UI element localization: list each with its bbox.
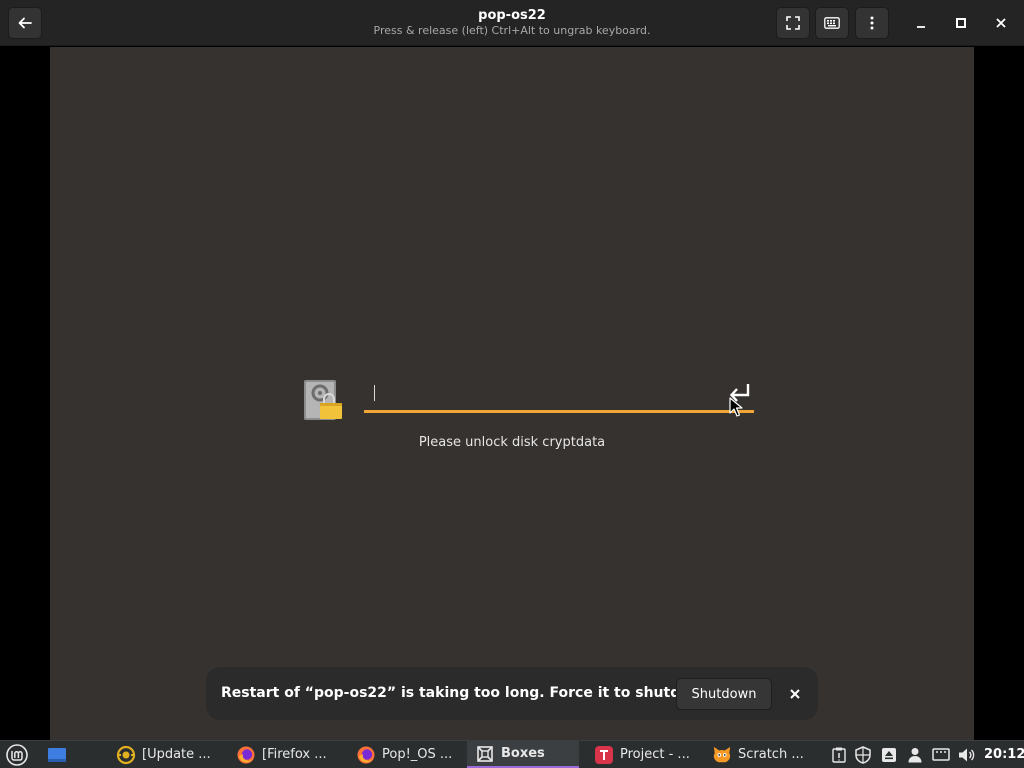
taskbar-item-popos[interactable]: Pop!_OS ... [350,741,464,768]
password-field[interactable] [364,379,754,413]
text-caret [374,385,375,401]
user-tray-button[interactable] [906,746,924,764]
taskbar-item-label: Pop!_OS ... [382,747,453,762]
timeout-notification: Restart of “pop-os22” is taking too long… [206,667,818,720]
scratch-icon [712,745,732,765]
taskbar: [Update ... [Firefox ... Pop!_OS ... Box… [0,740,1024,768]
clipboard-icon [832,747,846,763]
taskbar-item-label: Scratch ... [738,747,804,762]
vm-display[interactable]: Please unlock disk cryptdata [50,47,974,740]
update-manager-icon [116,745,136,765]
back-arrow-icon [18,17,32,29]
unlock-prompt-label: Please unlock disk cryptdata [418,435,606,450]
shield-icon [855,746,871,764]
network-tray-button[interactable] [932,746,950,764]
eject-icon [882,748,896,762]
maximize-icon [956,18,966,28]
user-icon [908,748,922,763]
window-title: pop-os22 [478,8,546,23]
show-desktop-button[interactable] [46,744,68,766]
taskbar-item-label: [Firefox ... [262,747,327,762]
keyboard-icon [824,17,840,29]
taskbar-item-label: [Update ... [142,747,211,762]
locked-disk-icon [304,380,342,420]
taskbar-item-firefox[interactable]: [Firefox ... [230,741,348,768]
volume-tray-button[interactable] [958,746,976,764]
taskbar-item-label: Boxes [501,746,545,761]
close-icon [790,689,800,699]
network-wired-icon [932,748,950,761]
shutdown-button[interactable]: Shutdown [676,678,772,710]
taskbar-item-boxes[interactable]: Boxes [467,741,579,768]
taskbar-item-scratch[interactable]: Scratch ... [706,741,818,768]
back-button[interactable] [8,7,42,39]
notification-close-button[interactable] [785,684,805,704]
notification-message: Restart of “pop-os22” is taking too long… [221,685,721,701]
linux-mint-logo-icon [6,744,28,766]
show-desktop-icon [48,748,66,762]
firefox-icon [236,745,256,765]
security-tray-button[interactable] [854,746,872,764]
close-window-button[interactable] [987,9,1015,37]
project-icon [594,745,614,765]
taskbar-item-update[interactable]: [Update ... [110,741,228,768]
eject-tray-button[interactable] [880,746,898,764]
header-bar: pop-os22 Press & release (left) Ctrl+Alt… [0,0,1024,46]
fullscreen-icon [786,16,800,30]
taskbar-item-label: Project - ... [620,747,690,762]
kebab-menu-icon [870,16,874,30]
clock[interactable]: 20:12 [984,747,1024,762]
firefox-icon [356,745,376,765]
keyboard-button[interactable] [815,7,849,39]
fullscreen-button[interactable] [776,7,810,39]
menu-button[interactable] [855,7,889,39]
close-icon [996,18,1006,28]
volume-icon [959,748,975,762]
minimize-icon [917,26,925,28]
mouse-cursor-icon [729,397,743,417]
minimize-button[interactable] [907,9,935,37]
window-subtitle: Press & release (left) Ctrl+Alt to ungra… [373,24,651,37]
window-title-area: pop-os22 Press & release (left) Ctrl+Alt… [260,8,764,38]
boxes-icon [475,744,495,764]
clipboard-tray-button[interactable] [830,746,848,764]
menu-launcher-button[interactable] [6,744,28,766]
maximize-button[interactable] [947,9,975,37]
taskbar-item-project[interactable]: Project - ... [588,741,700,768]
